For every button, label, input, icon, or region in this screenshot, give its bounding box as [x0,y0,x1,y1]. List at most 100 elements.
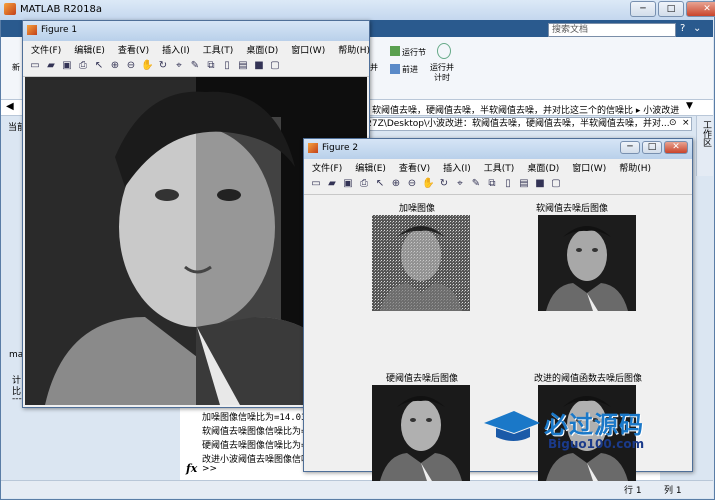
menu-edit[interactable]: 编辑(E) [74,43,105,57]
zoom-out-icon[interactable]: ⊖ [406,178,418,190]
cmd-output-line: 改进小波阈值去噪图像信噪 [202,455,311,465]
editor-path-bar: 80127Z\Desktop\小波改进：软阈值去噪，硬阈值去噪，半软阈值去噪，并… [330,117,692,131]
menu-insert[interactable]: 插入(I) [162,43,190,57]
pan-icon[interactable]: ✋ [141,60,153,72]
editor-menu-icon[interactable]: ⊙ [669,118,677,128]
figure-icon [27,25,37,35]
menu-tools[interactable]: 工具(T) [203,43,234,57]
maximize-button[interactable]: □ [658,1,684,17]
figure-2-title: Figure 2 [322,143,359,153]
cmd-output-line: 硬阈值去噪图像信噪比为= [202,441,307,451]
rotate-icon[interactable]: ↻ [438,178,450,190]
soft-threshold-image [538,215,636,311]
show-icon[interactable]: ▢ [550,178,562,190]
cmd-output-line: 加噪图像信噪比为=14.03 [202,413,307,423]
open-icon[interactable]: ▰ [45,60,57,72]
matlab-titlebar: MATLAB R2018a ─ □ ✕ [0,0,715,20]
menu-view[interactable]: 查看(V) [118,43,149,57]
status-row: 行 1 [624,486,642,496]
zoom-in-icon[interactable]: ⊕ [390,178,402,190]
current-folder-breadcrumb[interactable]: 软阈值去噪，硬阈值去噪，半软阈值去噪，并对比这三个的信噪比 ▸ 小波改进 [372,103,679,116]
brush-icon[interactable]: ✎ [189,60,201,72]
menu-insert[interactable]: 插入(I) [443,161,471,175]
menu-desktop[interactable]: 桌面(D) [527,161,559,175]
new-button[interactable]: 新 [12,62,20,73]
graduation-cap-icon [484,411,540,441]
figure-1-menubar: 文件(F) 编辑(E) 查看(V) 插入(I) 工具(T) 桌面(D) 窗口(W… [23,41,370,57]
pointer-icon[interactable]: ↖ [374,178,386,190]
run-section-icon [390,46,400,56]
new-file-icon[interactable]: ▭ [310,178,322,190]
hard-threshold-image [372,385,470,481]
figure-1-toolbar: ▭ ▰ ▣ ⎙ ↖ ⊕ ⊖ ✋ ↻ ⌖ ✎ ⧉ ▯ ▤ ■ ▢ [23,57,369,77]
advance-button[interactable]: 前进 [402,64,418,75]
zoom-in-icon[interactable]: ⊕ [109,60,121,72]
fig2-maximize-button[interactable]: □ [642,141,662,154]
watermark-text: 必过源码 [544,411,644,439]
link-icon[interactable]: ⧉ [205,60,217,72]
menu-window[interactable]: 窗口(W) [572,161,606,175]
menu-file[interactable]: 文件(F) [312,161,342,175]
fig2-close-button[interactable]: ✕ [664,141,688,154]
subplot-title-improved: 改进的阈值函数去噪后图像 [534,374,643,384]
ribbon-run-and-button[interactable]: 并 [370,62,378,73]
hide-icon[interactable]: ■ [534,178,546,190]
close-button[interactable]: ✕ [686,1,715,17]
figure-1-title: Figure 1 [41,25,78,35]
menu-desktop[interactable]: 桌面(D) [246,43,278,57]
editor-close-icon[interactable]: × [682,118,690,128]
menu-edit[interactable]: 编辑(E) [355,161,386,175]
figure-icon [308,143,318,153]
datatip-icon[interactable]: ⌖ [454,178,466,190]
menu-file[interactable]: 文件(F) [31,43,61,57]
cmd-output-line: 软阈值去噪图像信噪比为= [202,427,307,437]
open-icon[interactable]: ▰ [326,178,338,190]
command-prompt[interactable]: >> [202,464,217,474]
print-icon[interactable]: ⎙ [358,178,370,190]
menu-window[interactable]: 窗口(W) [291,43,325,57]
pointer-icon[interactable]: ↖ [93,60,105,72]
zoom-out-icon[interactable]: ⊖ [125,60,137,72]
figure-1-titlebar: Figure 1 [23,21,369,41]
subplot-title-soft: 软阈值去噪后图像 [536,204,609,214]
figure-2-titlebar: Figure 2 ─ □ ✕ [304,139,692,159]
menu-view[interactable]: 查看(V) [399,161,430,175]
run-and-time-button[interactable]: 运行并 计时 [430,63,454,83]
rotate-icon[interactable]: ↻ [157,60,169,72]
run-time-icon [437,43,451,59]
expand-icon[interactable]: ⌄ [693,23,701,34]
save-icon[interactable]: ▣ [342,178,354,190]
dropdown-arrow-icon[interactable]: ▼ [686,101,693,111]
menu-tools[interactable]: 工具(T) [484,161,515,175]
show-icon[interactable]: ▢ [269,60,281,72]
print-icon[interactable]: ⎙ [77,60,89,72]
new-file-icon[interactable]: ▭ [29,60,41,72]
save-icon[interactable]: ▣ [61,60,73,72]
back-arrow-icon[interactable]: ◀ [6,101,14,112]
colorbar-icon[interactable]: ▯ [221,60,233,72]
figure-2-menubar: 文件(F) 编辑(E) 查看(V) 插入(I) 工具(T) 桌面(D) 窗口(W… [304,159,692,175]
help-icon[interactable]: ? [680,23,685,34]
menu-help[interactable]: 帮助(H) [619,161,651,175]
pan-icon[interactable]: ✋ [422,178,434,190]
status-col: 列 1 [664,486,682,496]
subplot-title-noisy: 加噪图像 [399,204,436,214]
run-section-button[interactable]: 运行节 [402,47,426,58]
hide-icon[interactable]: ■ [253,60,265,72]
advance-icon [390,64,400,74]
colorbar-icon[interactable]: ▯ [502,178,514,190]
link-icon[interactable]: ⧉ [486,178,498,190]
minimize-button[interactable]: ─ [630,1,656,17]
fig2-minimize-button[interactable]: ─ [620,141,640,154]
legend-icon[interactable]: ▤ [237,60,249,72]
matlab-window-title: MATLAB R2018a [20,4,103,15]
matlab-logo-icon [4,3,16,15]
search-documentation-input[interactable]: 搜索文档 [548,23,676,37]
brush-icon[interactable]: ✎ [470,178,482,190]
fx-icon[interactable]: fx [186,462,197,475]
datatip-icon[interactable]: ⌖ [173,60,185,72]
menu-help[interactable]: 帮助(H) [338,43,370,57]
legend-icon[interactable]: ▤ [518,178,530,190]
figure-2-toolbar: ▭ ▰ ▣ ⎙ ↖ ⊕ ⊖ ✋ ↻ ⌖ ✎ ⧉ ▯ ▤ ■ ▢ [304,175,692,195]
workspace-tab[interactable]: 工作区 [696,116,713,176]
